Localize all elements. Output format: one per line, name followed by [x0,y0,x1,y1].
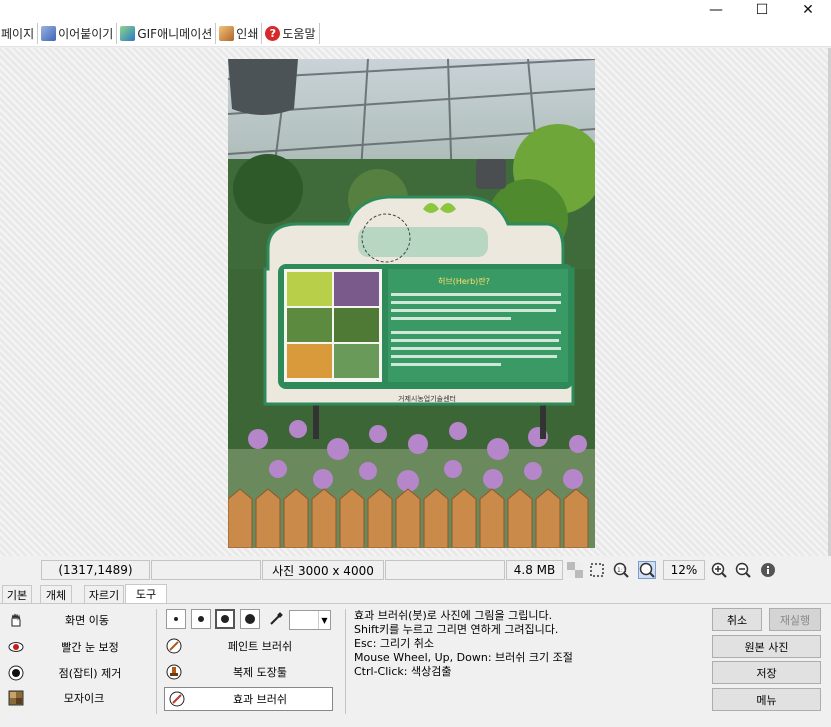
brush-size-2[interactable] [191,609,211,629]
print-icon [219,25,235,41]
spot-remove-icon [7,664,25,682]
brush-size-3[interactable] [215,609,235,629]
help-line: Ctrl-Click: 색상검출 [354,665,452,678]
effect-brush-label: 효과 브러쉬 [232,693,288,706]
toolbar-gif-button[interactable]: GIF애니메이션 [117,22,217,44]
chevron-down-icon: ▼ [318,611,330,629]
title-bar: — ☐ ✕ [0,0,831,20]
menu-button[interactable]: 메뉴 [712,688,821,711]
zoom-out-icon[interactable] [734,561,752,579]
mosaic-icon [7,689,25,707]
toolbar-label: 이어붙이기 [58,26,114,41]
pan-tool-label: 화면 이동 [65,614,109,627]
color-dropdown[interactable]: ▼ [289,610,331,630]
svg-text:1:1: 1:1 [617,567,627,574]
mosaic-tool-label: 모자이크 [63,692,105,705]
panel-divider [156,609,157,714]
pan-tool[interactable]: 화면 이동 [7,608,147,632]
brush-dot-icon [245,614,255,624]
sign-heading: 허브(Herb)란? [438,276,490,286]
brush-dot-icon [198,616,204,622]
hand-icon [7,611,25,629]
zoom-fit-icon[interactable] [638,561,656,579]
toolbar-label: 도움말 [282,26,316,41]
brush-dot-icon [221,615,229,623]
red-eye-tool[interactable]: 빨간 눈 보정 [7,635,147,659]
paint-brush-tool[interactable]: 페인트 브러쉬 [165,634,333,658]
redo-button[interactable]: 재실행 [769,608,821,631]
help-line: Mouse Wheel, Up, Down: 브러쉬 크기 조절 [354,651,573,664]
tab-tools[interactable]: 도구 [125,584,167,603]
brush-size-1[interactable] [166,609,186,629]
effect-brush-icon [168,690,186,708]
zoom-level: 12% [663,560,705,580]
info-icon[interactable] [759,561,777,579]
effect-brush-tool[interactable]: 효과 브러쉬 [164,687,333,711]
help-icon: ? [265,25,281,41]
toolbar-label: GIF애니메이션 [137,26,213,41]
main-toolbar: 페이지 이어붙이기 GIF애니메이션 인쇄 ? 도움말 [0,20,831,47]
close-button[interactable]: ✕ [785,0,831,20]
paint-brush-label: 페인트 브러쉬 [227,640,293,653]
spot-remove-tool[interactable]: 점(잡티) 제거 [7,661,147,685]
status-empty-field [151,560,261,580]
photo-illustration: 허브(Herb)란? 거제시농업기술센터 [228,59,595,548]
help-line: Shift키를 누르고 그리면 연하게 그려집니다. [354,623,559,636]
brush-size-4[interactable] [240,609,260,629]
clone-stamp-icon [165,663,183,681]
toolbar-label: 페이지 [1,26,35,41]
cancel-button[interactable]: 취소 [712,608,762,631]
actual-size-icon[interactable]: 1:1 [612,561,630,579]
brush-dot-icon [174,617,178,621]
sign-org: 거제시농업기술센터 [398,394,456,403]
maximize-button[interactable]: ☐ [739,0,785,20]
tool-help-text: 효과 브러쉬(붓)로 사진에 그림을 그립니다. Shift키를 누르고 그리면… [354,609,573,679]
toolbar-print-button[interactable]: 인쇄 [216,22,263,44]
original-photo-button[interactable]: 원본 사진 [712,635,821,658]
toolbar-merge-button[interactable]: 이어붙이기 [38,22,118,44]
fit-screen-icon[interactable] [588,561,606,579]
checker-background-icon[interactable] [566,561,584,579]
eyedropper-icon[interactable] [268,611,284,627]
mosaic-tool[interactable]: 모자이크 [7,686,147,710]
toolbar-help-button[interactable]: ? 도움말 [262,22,320,44]
tab-crop[interactable]: 자르기 [84,585,124,603]
cursor-coordinates: (1317,1489) [41,560,150,580]
save-button[interactable]: 저장 [712,661,821,684]
minimize-button[interactable]: — [693,0,739,20]
help-line: 효과 브러쉬(붓)로 사진에 그림을 그립니다. [354,609,553,622]
clone-stamp-tool[interactable]: 복제 도장툴 [165,660,333,684]
tab-strip: 기본 개체 자르기 도구 [0,584,831,603]
red-eye-tool-label: 빨간 눈 보정 [61,641,119,654]
zoom-in-icon[interactable] [710,561,728,579]
red-eye-icon [7,638,25,656]
edited-photo[interactable]: 허브(Herb)란? 거제시농업기술센터 [228,59,595,548]
clone-stamp-label: 복제 도장툴 [232,666,288,679]
toolbar-page-button[interactable]: 페이지 [0,22,39,44]
merge-icon [41,25,57,41]
status-bar: (1317,1489) 사진 3000 x 4000 4.8 MB 1:1 12… [0,558,831,582]
help-line: Esc: 그리기 취소 [354,637,435,650]
status-empty-field [385,560,505,580]
gif-animation-icon [120,25,136,41]
paint-brush-icon [165,637,183,655]
tab-basic[interactable]: 기본 [2,585,32,603]
panel-divider [345,609,346,714]
file-size: 4.8 MB [506,560,563,580]
toolbar-label: 인쇄 [236,26,259,41]
tab-object[interactable]: 개체 [40,585,72,603]
spot-remove-tool-label: 점(잡티) 제거 [58,667,122,680]
photo-dimensions: 사진 3000 x 4000 [262,560,384,580]
